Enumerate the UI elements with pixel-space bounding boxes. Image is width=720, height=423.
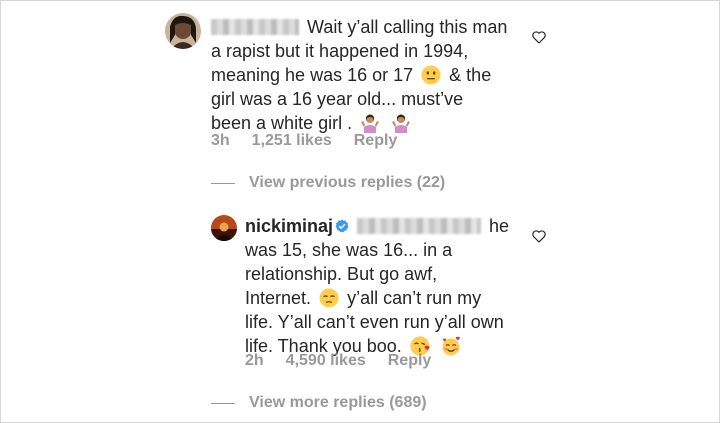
- reply-meta: 2h 4,590 likes Reply: [245, 352, 453, 370]
- view-previous-replies[interactable]: View previous replies (22): [211, 174, 445, 192]
- shrug-emoji: [361, 114, 380, 133]
- like-count[interactable]: 1,251 likes: [252, 132, 332, 149]
- view-previous-replies-label: View previous replies (22): [249, 174, 446, 191]
- commenter-avatar[interactable]: [165, 13, 201, 49]
- verified-badge-icon: [335, 219, 349, 233]
- view-more-replies-label: View more replies (689): [249, 394, 427, 411]
- reply-button[interactable]: Reply: [354, 132, 398, 149]
- shrug-emoji: [392, 114, 411, 133]
- view-more-replies[interactable]: View more replies (689): [211, 394, 427, 412]
- comment-timestamp[interactable]: 3h: [211, 132, 230, 149]
- comment-text: Wait y’all calling this man a rapist but…: [211, 15, 531, 135]
- reply-line: relationship. But go awf,: [245, 264, 438, 284]
- divider-dash: [211, 402, 235, 404]
- comment-line: girl was a 16 year old... must’ve: [211, 89, 464, 109]
- reply-avatar[interactable]: [211, 215, 237, 241]
- reply-line: life. Y’all can’t even run y’all own: [245, 312, 504, 332]
- comment-line: & the: [449, 65, 492, 85]
- blurred-username[interactable]: [211, 19, 299, 35]
- unamused-face-emoji: [319, 288, 339, 308]
- reply-timestamp[interactable]: 2h: [245, 352, 264, 369]
- neutral-face-emoji: [421, 65, 441, 85]
- reply-username[interactable]: nickiminaj: [245, 216, 333, 236]
- like-count[interactable]: 4,590 likes: [286, 352, 366, 369]
- comment-line: Wait y’all calling this man: [307, 17, 508, 37]
- comment-line: meaning he was 16 or 17: [211, 65, 414, 85]
- reply-line: was 15, she was 16... in a: [245, 240, 453, 260]
- blurred-mention[interactable]: [357, 218, 482, 234]
- comment-line: been a white girl .: [211, 113, 353, 133]
- heart-icon[interactable]: [532, 230, 546, 243]
- comment-line: a rapist but it happened in 1994,: [211, 41, 469, 61]
- comment-panel: Wait y’all calling this man a rapist but…: [0, 0, 720, 423]
- heart-icon[interactable]: [532, 31, 546, 44]
- comment-meta: 3h 1,251 likes Reply: [211, 132, 419, 150]
- reply-button[interactable]: Reply: [388, 352, 432, 369]
- divider-dash: [211, 182, 235, 184]
- reply-line: y’all can’t run my: [347, 288, 482, 308]
- reply-text: nickiminaj he was 15, she was 16... in a…: [245, 214, 535, 358]
- reply-line: Internet.: [245, 288, 312, 308]
- reply-line: he: [489, 216, 510, 236]
